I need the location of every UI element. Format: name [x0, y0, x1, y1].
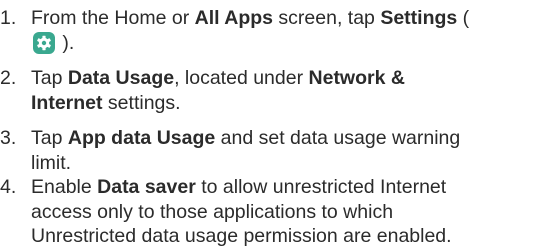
step-1-line-1: From the Home or All Apps screen, tap Se…: [31, 7, 470, 29]
step-1-line-2: ).: [31, 31, 469, 56]
data-saver-label: Data saver: [97, 176, 196, 198]
step-4-line-2: access only to those applications to whi…: [31, 200, 394, 223]
step-4-line-3: Unrestricted data usage permission are e…: [31, 225, 452, 247]
step-2-line-2: Internet settings.: [31, 91, 181, 114]
network-label: Network &: [308, 67, 405, 89]
step-2: 2. Tap Data Usage, located under Network…: [0, 66, 405, 115]
step-number: 2.: [0, 67, 17, 89]
app-data-usage-label: App data Usage: [67, 127, 216, 149]
settings-label: Settings: [380, 7, 458, 29]
step-4-line-1: Enable Data saver to allow unrestricted …: [31, 176, 447, 198]
step-1: 1. From the Home or All Apps screen, tap…: [0, 6, 469, 55]
step-3: 3. Tap App data Usage and set data usage…: [0, 126, 460, 175]
step-3-line-2: limit.: [31, 151, 72, 174]
step-3-line-1: Tap App data Usage and set data usage wa…: [31, 127, 461, 149]
step-number: 4.: [0, 176, 17, 198]
step-2-line-1: Tap Data Usage, located under Network &: [31, 67, 405, 89]
settings-gear-icon: [33, 31, 55, 54]
step-4: 4. Enable Data saver to allow unrestrict…: [0, 175, 452, 249]
internet-label: Internet: [31, 91, 103, 114]
step-number: 1.: [0, 7, 17, 29]
all-apps-label: All Apps: [194, 7, 274, 29]
data-usage-label: Data Usage: [67, 67, 175, 89]
step-number: 3.: [0, 127, 17, 149]
